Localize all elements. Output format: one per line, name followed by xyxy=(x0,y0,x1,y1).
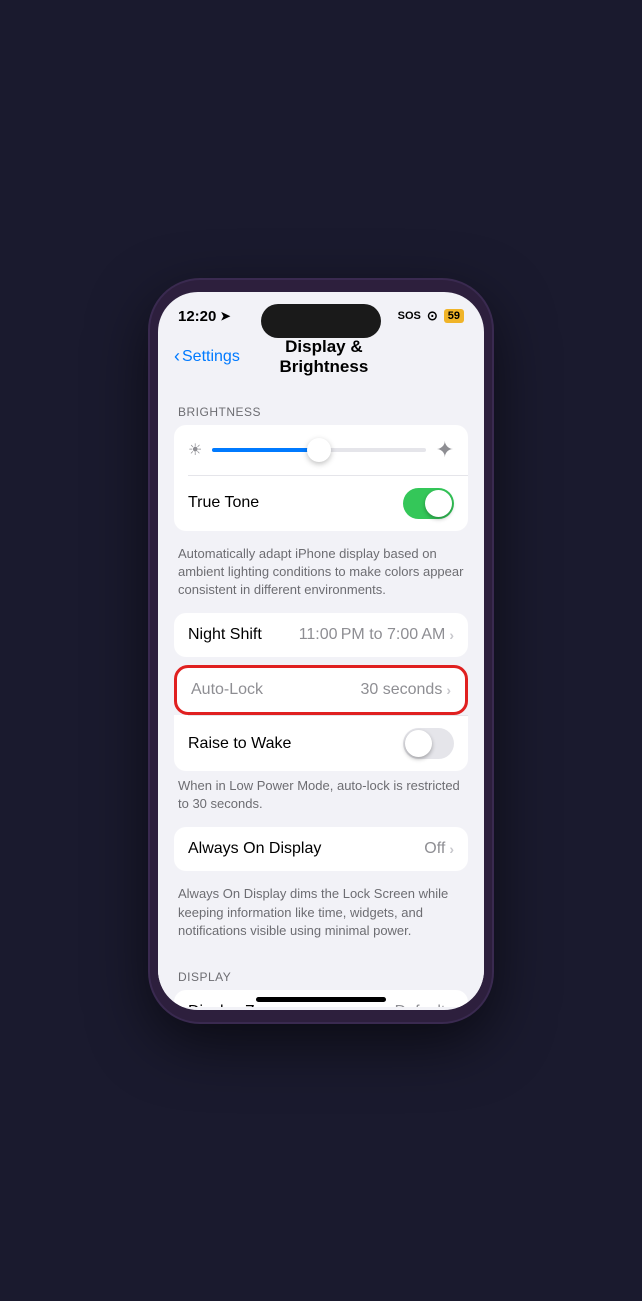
always-on-display-value: Off xyxy=(424,840,445,858)
back-label: Settings xyxy=(182,348,240,366)
time-display: 12:20 xyxy=(178,308,216,325)
always-on-display-chevron-icon: › xyxy=(449,841,454,857)
display-zoom-value: Default xyxy=(395,1003,446,1007)
dynamic-island xyxy=(261,304,381,338)
content-scroll[interactable]: BRIGHTNESS ☀ ✦ True Tone xyxy=(158,389,484,1007)
display-zoom-value-group: Default › xyxy=(395,1003,454,1007)
location-icon: ➤ xyxy=(220,309,230,323)
auto-lock-chevron-icon: › xyxy=(446,682,451,698)
always-on-display-label: Always On Display xyxy=(188,840,321,858)
display-section-label: DISPLAY xyxy=(158,954,484,990)
always-on-description: Always On Display dims the Lock Screen w… xyxy=(158,879,484,954)
brightness-card: ☀ ✦ True Tone xyxy=(174,425,468,531)
night-shift-card: Night Shift 11:00 PM to 7:00 AM › xyxy=(174,613,468,657)
night-shift-chevron-icon: › xyxy=(449,627,454,643)
brightness-slider-track[interactable] xyxy=(212,448,425,452)
always-on-display-value-group: Off › xyxy=(424,840,454,858)
night-shift-value: 11:00 PM to 7:00 AM xyxy=(299,626,446,644)
back-button[interactable]: ‹ Settings xyxy=(174,346,240,367)
auto-lock-label: Auto-Lock xyxy=(191,681,263,699)
raise-description: When in Low Power Mode, auto-lock is res… xyxy=(158,771,484,827)
nav-bar: ‹ Settings Display & Brightness xyxy=(158,333,484,389)
raise-to-wake-toggle-knob xyxy=(405,730,432,757)
raise-to-wake-row: Raise to Wake xyxy=(174,716,468,771)
back-chevron-icon: ‹ xyxy=(174,346,180,367)
brightness-slider-row: ☀ ✦ xyxy=(174,425,468,475)
auto-lock-value-group: 30 seconds › xyxy=(360,681,451,699)
sun-small-icon: ☀ xyxy=(188,440,202,460)
status-icons: SOS ⊙ 59 xyxy=(398,308,464,324)
wifi-icon: ⊙ xyxy=(427,308,438,324)
phone-frame: 12:20 ➤ SOS ⊙ 59 ‹ Settings Display & Br… xyxy=(150,280,492,1022)
home-indicator xyxy=(256,997,386,1002)
always-on-display-card: Always On Display Off › xyxy=(174,827,468,871)
status-time-group: 12:20 ➤ xyxy=(178,308,230,325)
sun-large-icon: ✦ xyxy=(436,437,454,463)
raise-to-wake-label: Raise to Wake xyxy=(188,735,291,753)
always-on-display-row[interactable]: Always On Display Off › xyxy=(174,827,468,871)
true-tone-label: True Tone xyxy=(188,494,259,512)
raise-to-wake-toggle[interactable] xyxy=(403,728,454,759)
sos-label: SOS xyxy=(398,310,421,322)
night-shift-value-group: 11:00 PM to 7:00 AM › xyxy=(299,626,454,644)
true-tone-toggle-knob xyxy=(425,490,452,517)
auto-lock-row[interactable]: Auto-Lock 30 seconds › xyxy=(177,668,465,712)
raise-to-wake-card: Raise to Wake xyxy=(174,715,468,771)
true-tone-toggle[interactable] xyxy=(403,488,454,519)
brightness-section-label: BRIGHTNESS xyxy=(158,389,484,425)
page-title: Display & Brightness xyxy=(240,337,408,377)
phone-screen: 12:20 ➤ SOS ⊙ 59 ‹ Settings Display & Br… xyxy=(158,292,484,1010)
auto-lock-highlight: Auto-Lock 30 seconds › xyxy=(174,665,468,715)
night-shift-label: Night Shift xyxy=(188,626,262,644)
auto-lock-value: 30 seconds xyxy=(360,681,442,699)
display-zoom-label: Display Zoom xyxy=(188,1003,286,1007)
true-tone-row: True Tone xyxy=(174,476,468,531)
true-tone-description: Automatically adapt iPhone display based… xyxy=(158,539,484,614)
brightness-slider-fill xyxy=(212,448,319,452)
display-zoom-chevron-icon: › xyxy=(449,1004,454,1007)
night-shift-row[interactable]: Night Shift 11:00 PM to 7:00 AM › xyxy=(174,613,468,657)
brightness-slider-thumb xyxy=(307,438,331,462)
battery-badge: 59 xyxy=(444,309,464,323)
